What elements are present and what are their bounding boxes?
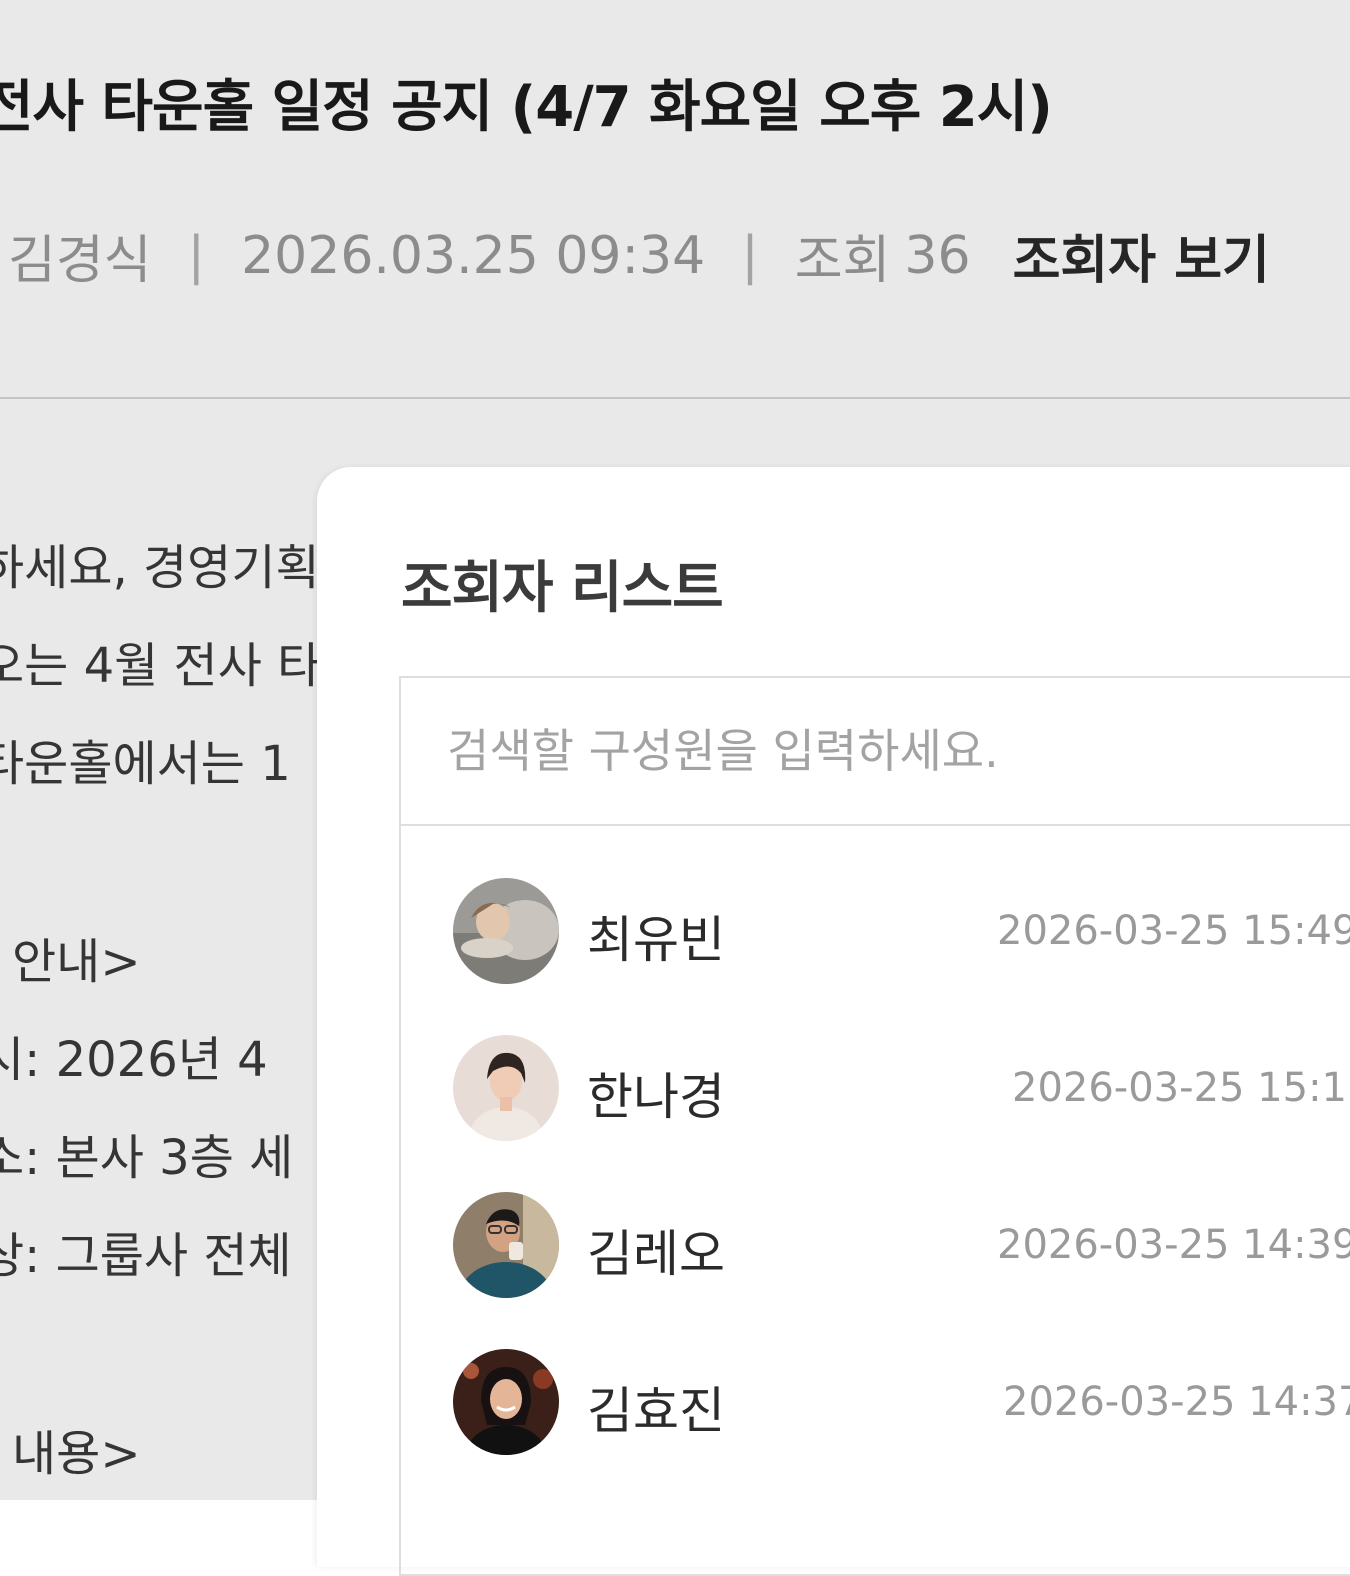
avatar (453, 1192, 559, 1298)
viewer-name: 김효진 (587, 1382, 725, 1440)
avatar (453, 878, 559, 984)
viewer-name: 한나경 (587, 1068, 725, 1126)
viewer-time: 2026-03-25 15:49 (997, 908, 1350, 954)
viewer-time: 2026-03-25 14:37 (1003, 1379, 1350, 1425)
viewer-time: 2026-03-25 14:39 (997, 1222, 1350, 1268)
viewer-time: 2026-03-25 15:17 (1012, 1065, 1350, 1111)
modal-title: 조회자 리스트 (401, 556, 724, 621)
viewer-list-modal: 조회자 리스트 최유빈 2026-03-25 15:49 (317, 467, 1350, 1576)
avatar (453, 1035, 559, 1141)
avatar (453, 1349, 559, 1455)
viewer-name: 김레오 (587, 1225, 725, 1283)
viewer-list-panel: 최유빈 2026-03-25 15:49 한나경 2026-03-25 15:1… (399, 676, 1350, 1576)
member-search-input[interactable] (447, 724, 1347, 778)
search-box (401, 678, 1350, 826)
viewer-row[interactable]: 김효진 2026-03-25 14:37 (453, 1349, 1350, 1455)
viewer-name: 최유빈 (587, 911, 725, 969)
viewer-row[interactable]: 한나경 2026-03-25 15:17 (453, 1035, 1350, 1141)
viewer-row[interactable]: 최유빈 2026-03-25 15:49 (453, 878, 1350, 984)
viewer-row[interactable]: 김레오 2026-03-25 14:39 (453, 1192, 1350, 1298)
